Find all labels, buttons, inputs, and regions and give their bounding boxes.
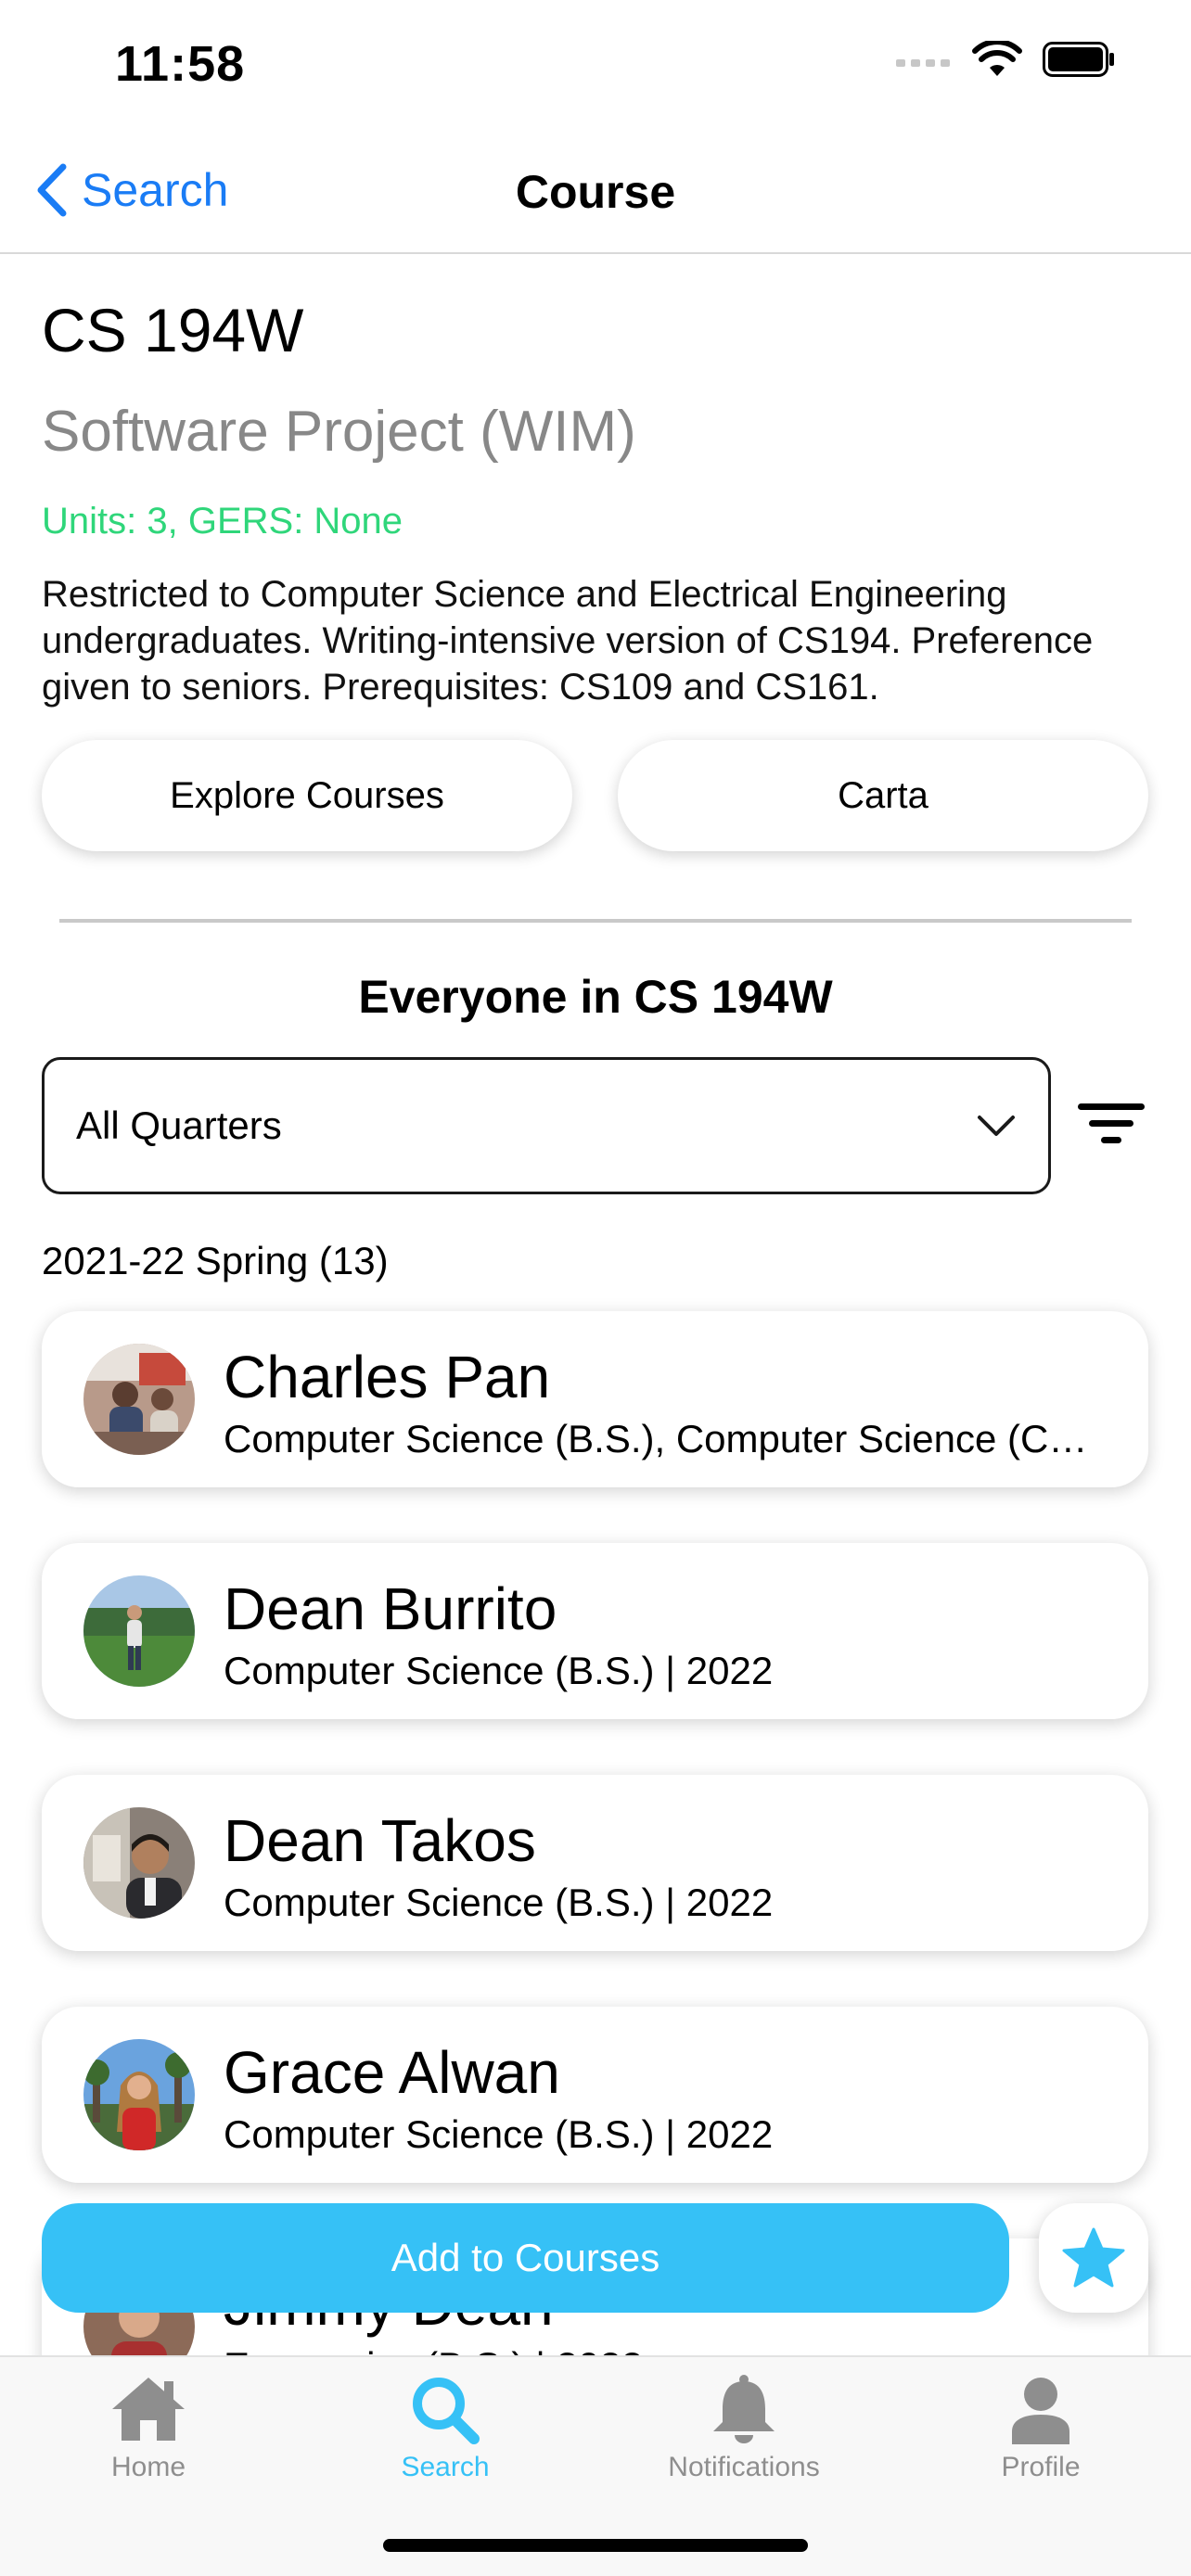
tab-home[interactable]: Home xyxy=(46,2374,250,2483)
status-bar: 11:58 xyxy=(0,0,1191,130)
add-to-courses-button[interactable]: Add to Courses xyxy=(42,2203,1009,2313)
person-icon xyxy=(1012,2378,1069,2444)
search-icon xyxy=(413,2378,480,2444)
avatar xyxy=(83,1344,195,1455)
wifi-icon xyxy=(972,41,1022,76)
home-indicator xyxy=(383,2539,808,2552)
tab-search[interactable]: Search xyxy=(343,2374,547,2483)
favorite-button[interactable] xyxy=(1039,2203,1148,2313)
divider xyxy=(59,919,1132,923)
person-name: Dean Burrito xyxy=(224,1575,557,1642)
tab-notifications[interactable]: Notifications xyxy=(642,2374,846,2483)
battery-icon xyxy=(1043,42,1114,77)
house-icon xyxy=(112,2378,185,2441)
avatar xyxy=(83,1807,195,1919)
tab-label: Notifications xyxy=(668,2452,820,2482)
tab-label: Search xyxy=(401,2452,490,2482)
status-time: 11:58 xyxy=(115,36,246,92)
tab-label: Home xyxy=(110,2452,186,2482)
navigation-bar: Search Course xyxy=(0,130,1191,254)
star-icon xyxy=(1062,2227,1125,2288)
tab-label: Profile xyxy=(1001,2452,1081,2482)
quarter-select[interactable]: All Quarters xyxy=(42,1057,1051,1194)
person-major: Computer Science (B.S.), Computer Scienc… xyxy=(224,1417,1088,1460)
person-name: Charles Pan xyxy=(224,1344,551,1410)
person-card[interactable]: Dean Burrito Computer Science (B.S.) | 2… xyxy=(42,1543,1148,1719)
person-card[interactable]: Dean Takos Computer Science (B.S.) | 202… xyxy=(42,1775,1148,1951)
cellular-signal-icon xyxy=(896,59,950,67)
person-name: Dean Takos xyxy=(224,1807,536,1874)
person-card[interactable]: Grace Alwan Computer Science (B.S.) | 20… xyxy=(42,2007,1148,2183)
tab-profile[interactable]: Profile xyxy=(939,2374,1143,2483)
course-name: Software Project (WIM) xyxy=(42,400,636,464)
carta-button[interactable]: Carta xyxy=(618,740,1148,851)
person-major: Computer Science (B.S.) | 2022 xyxy=(224,1881,774,1924)
status-icons xyxy=(896,41,1117,78)
chevron-down-icon xyxy=(978,1116,1015,1136)
bell-icon xyxy=(713,2375,775,2443)
person-card[interactable]: Charles Pan Computer Science (B.S.), Com… xyxy=(42,1311,1148,1487)
person-major: Computer Science (B.S.) | 2022 xyxy=(224,1649,774,1692)
quarter-select-value: All Quarters xyxy=(76,1103,282,1147)
quarter-group-header: 2021-22 Spring (13) xyxy=(42,1239,389,1282)
course-code: CS 194W xyxy=(42,296,304,364)
filter-icon xyxy=(1078,1103,1145,1143)
section-title: Everyone in CS 194W xyxy=(358,971,833,1023)
filter-button[interactable] xyxy=(1076,1100,1146,1148)
course-units: Units: 3, GERS: None xyxy=(42,501,403,542)
avatar xyxy=(83,1575,195,1687)
explore-courses-button[interactable]: Explore Courses xyxy=(42,740,572,851)
course-description: Restricted to Computer Science and Elect… xyxy=(42,574,1094,708)
page-title: Course xyxy=(515,166,676,218)
person-major: Computer Science (B.S.) | 2022 xyxy=(224,2112,774,2156)
avatar xyxy=(83,2039,195,2150)
person-name: Grace Alwan xyxy=(224,2039,560,2106)
